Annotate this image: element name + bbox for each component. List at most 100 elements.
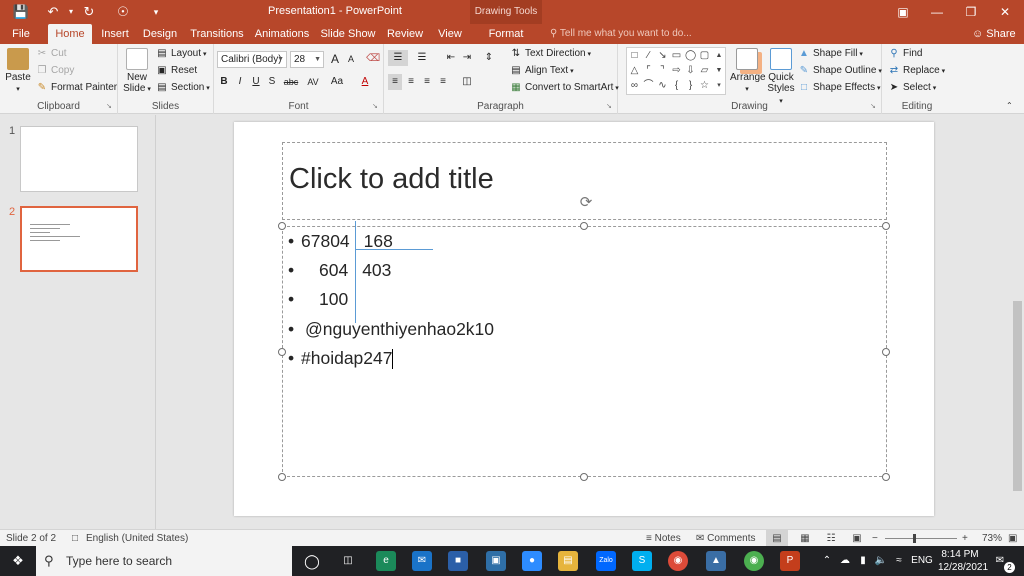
minimize-icon[interactable]: — [920, 0, 954, 24]
repeat-icon[interactable]: ↻ [80, 3, 98, 21]
shadow-button[interactable]: S [265, 74, 279, 90]
rotate-handle-icon[interactable]: ⟳ [578, 195, 594, 211]
text-direction-button[interactable]: ⇅ Text Direction ▾ [510, 46, 591, 62]
italic-button[interactable]: I [233, 74, 247, 90]
change-case-button[interactable]: Aa [326, 74, 348, 90]
decrease-indent-icon[interactable]: ⇤ [444, 50, 458, 66]
gallery-more-icon[interactable]: ▾ [713, 80, 725, 91]
collapse-ribbon-icon[interactable]: ⌃ [1006, 98, 1013, 114]
line-shape-icon[interactable]: ∕ [643, 50, 654, 61]
wave-shape-icon[interactable]: ∿ [657, 80, 668, 91]
triangle-shape-icon[interactable]: △ [629, 65, 640, 76]
restore-icon[interactable]: ❐ [954, 0, 988, 24]
tab-design[interactable]: Design [140, 24, 180, 44]
presenter-icon[interactable]: ☉ [114, 3, 132, 21]
quick-styles-button[interactable]: Quick Styles ▾ [766, 48, 796, 107]
cloud-icon[interactable]: ☁ [838, 551, 852, 571]
zoom-in-icon[interactable]: + [962, 530, 968, 547]
slide-sorter-icon[interactable]: ▦ [796, 530, 814, 547]
powerpoint-icon[interactable]: P [780, 551, 800, 571]
brace-left-shape-icon[interactable]: { [671, 80, 682, 91]
flowchart-shape-icon[interactable]: ▱ [699, 65, 710, 76]
content-placeholder[interactable]: • 67804 168 • 604 403 • 100 • @nguyenthiyenhao… [282, 221, 887, 477]
bold-button[interactable]: B [217, 74, 231, 90]
language-indicator[interactable]: English (United States) [86, 530, 188, 547]
tab-view[interactable]: View [434, 24, 466, 44]
brace-right-shape-icon[interactable]: } [685, 80, 696, 91]
app-icon[interactable]: ▣ [486, 551, 506, 571]
resize-handle[interactable] [882, 348, 890, 356]
tab-file[interactable]: File [4, 24, 38, 44]
new-slide-button[interactable]: New Slide ▾ [122, 48, 152, 95]
edge-icon[interactable]: e [376, 551, 396, 571]
resize-handle[interactable] [580, 222, 588, 230]
close-icon[interactable]: ✕ [988, 0, 1022, 24]
ribbon-display-icon[interactable]: ▣ [886, 0, 920, 24]
oval-shape-icon[interactable]: ◯ [685, 50, 696, 61]
tab-format[interactable]: Format [480, 24, 532, 44]
list-item[interactable]: • 67804 168 [288, 227, 393, 255]
zoom-out-icon[interactable]: − [872, 530, 878, 547]
arc-shape-icon[interactable]: ⌒ [643, 80, 654, 91]
fit-slide-icon[interactable]: ▣ [1008, 530, 1017, 547]
normal-view-icon[interactable]: ▤ [766, 530, 788, 547]
share-button[interactable]: ☺ Share [972, 24, 1016, 44]
skype-icon[interactable]: S [632, 551, 652, 571]
tab-animations[interactable]: Animations [254, 24, 310, 44]
justify-icon[interactable]: ≡ [436, 74, 450, 90]
arrow-line-shape-icon[interactable]: ↘ [657, 50, 668, 61]
zoom-app-icon[interactable]: ● [522, 551, 542, 571]
columns-icon[interactable]: ◫ [460, 74, 474, 90]
shrink-font-button[interactable]: A [344, 51, 358, 67]
zoom-level[interactable]: 73% [982, 530, 1002, 547]
font-name-select[interactable]: Calibri (Body) ▼ [217, 51, 287, 68]
numbering-icon[interactable]: ☰ [412, 50, 432, 66]
chrome-icon[interactable]: ◉ [668, 551, 688, 571]
find-button[interactable]: ⚲ Find [888, 46, 922, 62]
shape-effects-button[interactable]: □ Shape Effects ▾ [798, 80, 881, 96]
store-icon[interactable]: ■ [448, 551, 468, 571]
curve-shape-icon[interactable]: ∞ [629, 80, 640, 91]
font-color-button[interactable]: A [358, 74, 372, 90]
wifi-icon[interactable]: ≈ [892, 551, 906, 571]
vertical-scrollbar[interactable] [1011, 115, 1024, 529]
reset-button[interactable]: ▣ Reset [156, 63, 197, 79]
bullets-icon[interactable]: ☰ [388, 50, 408, 66]
layout-button[interactable]: ▤ Layout ▾ [156, 46, 206, 62]
shapes-gallery[interactable]: □ ∕ ↘ ▭ ◯ ▢ △ ⌜ ⌝ ⇨ ⇩ ▱ ∞ ⌒ ∿ { } ☆ ▲ ▼ … [626, 47, 726, 95]
resize-handle[interactable] [882, 473, 890, 481]
battery-icon[interactable]: ▮ [856, 551, 870, 571]
increase-indent-icon[interactable]: ⇥ [460, 50, 474, 66]
tab-slide-show[interactable]: Slide Show [320, 24, 376, 44]
system-clock[interactable]: 8:14 PM 12/28/2021 [938, 548, 988, 574]
slide-thumbnail-2[interactable] [20, 206, 138, 272]
align-left-icon[interactable]: ≡ [388, 74, 402, 90]
right-arrow-shape-icon[interactable]: ⇨ [671, 65, 682, 76]
notes-button[interactable]: ≡ Notes [646, 530, 681, 547]
zalo-icon[interactable]: Zalo [596, 551, 616, 571]
zoom-slider-knob[interactable] [913, 534, 916, 543]
star-shape-icon[interactable]: ☆ [699, 80, 710, 91]
tab-transitions[interactable]: Transitions [190, 24, 244, 44]
font-launcher-icon[interactable]: ↘ [372, 103, 380, 111]
list-item[interactable]: • 604 403 [288, 256, 391, 284]
elbow-shape-icon[interactable]: ⌜ [643, 65, 654, 76]
list-item[interactable]: • 100 [288, 285, 348, 313]
shape-fill-button[interactable]: ▲ Shape Fill ▾ [798, 46, 863, 62]
undo-icon[interactable]: ↶ [44, 3, 62, 21]
clear-formatting-icon[interactable]: ⌫ [366, 51, 380, 67]
resize-handle[interactable] [278, 222, 286, 230]
tab-insert[interactable]: Insert [97, 24, 133, 44]
tell-me-search[interactable]: ⚲ Tell me what you want to do... [550, 24, 692, 44]
line-spacing-icon[interactable]: ⇕ [482, 50, 496, 66]
rectangle-shape-icon[interactable]: ▭ [671, 50, 682, 61]
tray-chevron-icon[interactable]: ⌃ [820, 551, 834, 571]
format-painter-button[interactable]: ✎ Format Painter [36, 80, 117, 96]
drawing-launcher-icon[interactable]: ↘ [870, 103, 878, 111]
underline-button[interactable]: U [249, 74, 263, 90]
convert-smartart-button[interactable]: ▦ Convert to SmartArt ▾ [510, 80, 619, 96]
grow-font-button[interactable]: A [328, 51, 342, 67]
paste-button[interactable]: Paste ▾ [4, 48, 32, 95]
connector-shape-icon[interactable]: ⌝ [657, 65, 668, 76]
chrome-profile-icon[interactable]: ◉ [744, 551, 764, 571]
